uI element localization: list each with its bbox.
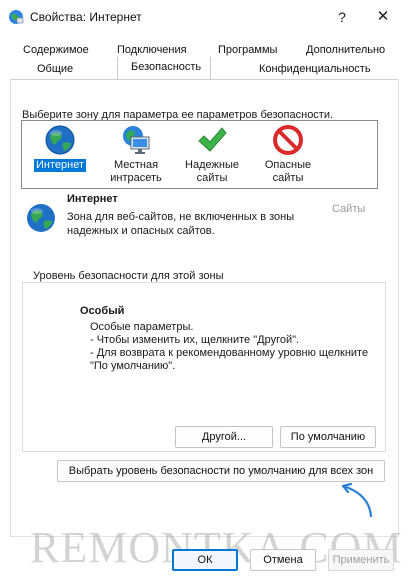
- zone-restricted-label-1: Опасные: [264, 159, 312, 171]
- security-level-line: Особые параметры.: [90, 321, 194, 333]
- security-level-line: - Чтобы изменить их, щелкните "Другой".: [90, 334, 300, 346]
- zone-list[interactable]: Интернет Местная интрасеть Надежные сайт…: [21, 120, 378, 189]
- other-level-button[interactable]: Другой...: [175, 426, 273, 448]
- ok-button[interactable]: ОК: [172, 549, 238, 571]
- security-level-line: - Для возврата к рекомендованному уровню…: [90, 347, 369, 359]
- restricted-icon: [273, 125, 303, 155]
- tab-general[interactable]: Общие: [37, 63, 73, 75]
- tab-advanced[interactable]: Дополнительно: [306, 44, 385, 56]
- zone-intranet-label-2: интрасеть: [110, 172, 162, 184]
- checkmark-icon: [198, 127, 227, 152]
- zone-trusted-sites[interactable]: Надежные сайты: [181, 124, 243, 185]
- zone-restricted-label-2: сайты: [272, 172, 304, 184]
- internet-options-icon: [9, 10, 24, 24]
- selected-zone-globe-icon: [27, 204, 55, 232]
- tab-privacy[interactable]: Конфиденциальность: [259, 63, 371, 75]
- tab-security[interactable]: Безопасность: [131, 61, 201, 73]
- zone-trusted-label-2: сайты: [196, 172, 228, 184]
- security-level-title: Уровень безопасности для этой зоны: [30, 270, 227, 282]
- security-level-description: Особые параметры. - Чтобы изменить их, щ…: [90, 321, 370, 373]
- tab-content[interactable]: Содержимое: [23, 44, 89, 56]
- selected-zone-name: Интернет: [67, 193, 118, 205]
- cancel-button[interactable]: Отмена: [250, 549, 316, 571]
- title-bar: Свойства: Интернет ? ✕: [0, 0, 409, 34]
- tab-connections[interactable]: Подключения: [117, 44, 187, 56]
- default-level-button[interactable]: По умолчанию: [280, 426, 376, 448]
- tab-programs[interactable]: Программы: [218, 44, 277, 56]
- selected-zone-description: Зона для веб-сайтов, не включенных в зон…: [67, 211, 295, 237]
- sites-button[interactable]: Сайты: [332, 203, 365, 215]
- security-level-name: Особый: [80, 305, 125, 317]
- close-button[interactable]: ✕: [373, 7, 393, 27]
- apply-button: Применить: [328, 549, 394, 571]
- annotation-arrow-icon: [341, 482, 373, 518]
- globe-icon: [45, 125, 75, 155]
- security-level-line: "По умолчанию".: [90, 360, 176, 372]
- help-button[interactable]: ?: [332, 7, 352, 27]
- intranet-icon: [123, 126, 150, 154]
- zone-intranet-label-1: Местная: [113, 159, 159, 171]
- window-title: Свойства: Интернет: [30, 10, 142, 24]
- zone-restricted-sites[interactable]: Опасные сайты: [257, 124, 319, 185]
- zone-internet-label: Интернет: [34, 159, 86, 172]
- zone-local-intranet[interactable]: Местная интрасеть: [105, 124, 167, 185]
- zone-internet[interactable]: Интернет: [29, 124, 91, 172]
- zone-trusted-label-1: Надежные: [185, 159, 239, 171]
